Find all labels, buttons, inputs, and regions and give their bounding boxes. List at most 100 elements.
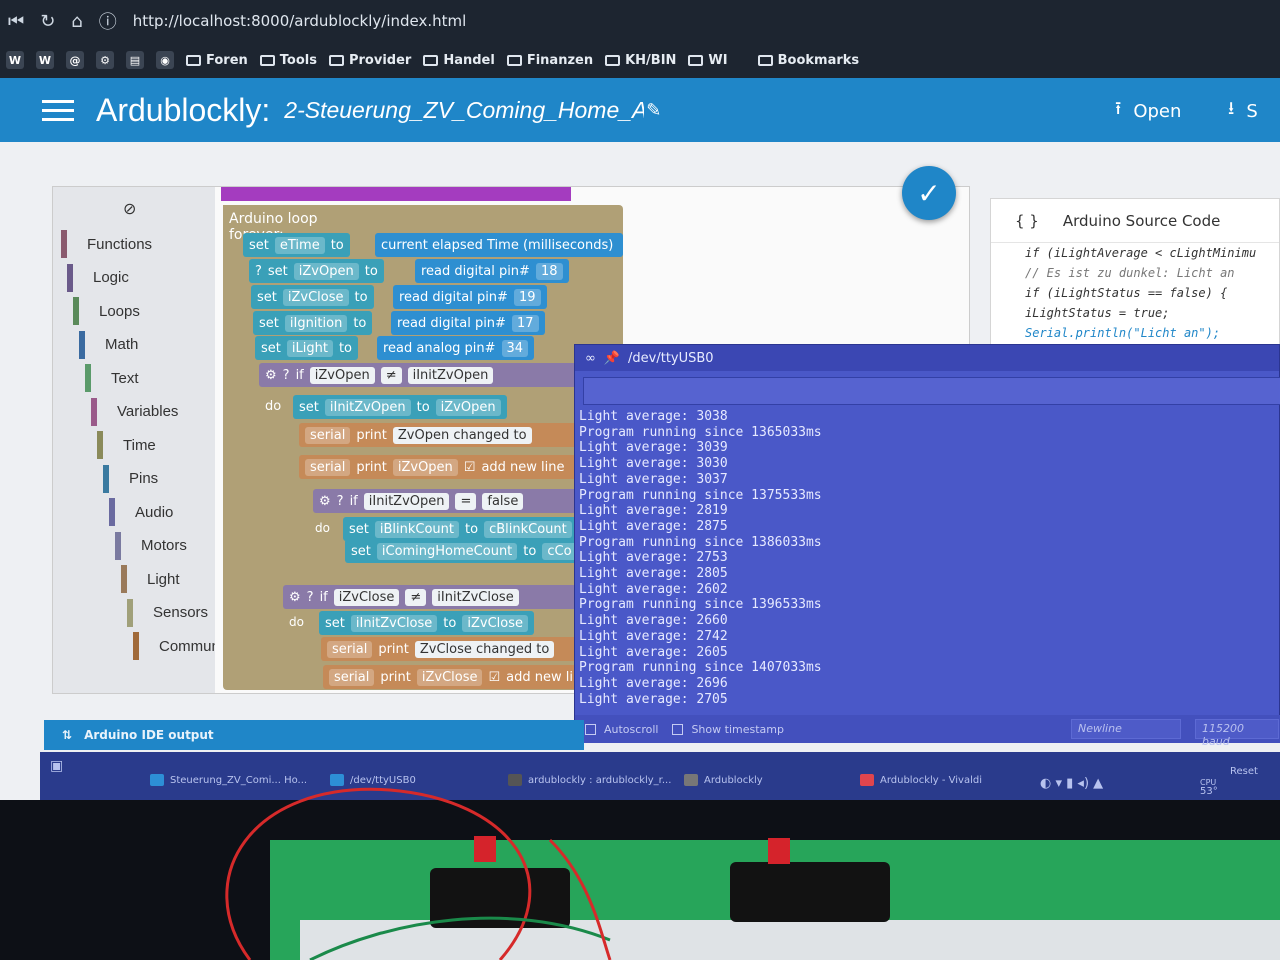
compare-dropdown[interactable]: ≠ xyxy=(380,366,402,384)
bookmark-handel[interactable]: Handel xyxy=(423,53,495,68)
help-icon[interactable]: ? xyxy=(255,264,262,279)
text-field[interactable]: ZvOpen changed to xyxy=(392,426,532,444)
var-dropdown[interactable]: iInitZvOpen xyxy=(363,492,450,510)
serial-print-block[interactable]: serial print ZvOpen changed to xyxy=(299,423,619,447)
reset-label[interactable]: Reset xyxy=(1230,766,1258,777)
bookmark-tools[interactable]: Tools xyxy=(259,53,317,68)
task-vivaldi[interactable]: Ardublockly - Vivaldi xyxy=(860,774,982,786)
line-ending-select[interactable]: Newline xyxy=(1071,719,1181,739)
help-icon[interactable]: ? xyxy=(283,368,290,383)
bookmark-provider[interactable]: Provider xyxy=(328,53,411,68)
bookmark-gear-icon[interactable]: ⚙ xyxy=(96,51,114,69)
if-zvclose-block[interactable]: ⚙ ? if iZvClose ≠ iInitZvClose xyxy=(283,585,619,609)
var-dropdown[interactable]: iZvClose xyxy=(416,668,483,686)
reload-icon[interactable]: ↻ xyxy=(40,11,55,32)
expand-arrows-icon[interactable]: ⇅ xyxy=(62,728,72,742)
serial-print-block[interactable]: serial print iZvOpen ☑ add new line xyxy=(299,455,619,479)
pin-dropdown[interactable]: 18 xyxy=(535,262,563,280)
bool-dropdown[interactable]: false xyxy=(482,492,524,510)
gear-icon[interactable]: ⚙ xyxy=(265,368,277,383)
toolbox-category[interactable]: Functions xyxy=(61,230,152,258)
var-dropdown[interactable]: iInitZvOpen xyxy=(407,366,494,384)
toolbox-category[interactable]: Motors xyxy=(115,531,187,560)
bookmark-finanzen[interactable]: Finanzen xyxy=(506,53,593,68)
var-dropdown[interactable]: iZvOpen xyxy=(293,262,359,280)
autoscroll-checkbox[interactable] xyxy=(585,723,596,735)
set-ilight-block[interactable]: set iLight to xyxy=(255,336,358,360)
open-button[interactable]: ⭱ Open xyxy=(1115,96,1181,126)
edit-pencil-icon[interactable]: ✎ xyxy=(646,100,661,121)
set-etime-block[interactable]: set eTime to xyxy=(243,233,350,257)
elapsed-time-block[interactable]: current elapsed Time (milliseconds) xyxy=(375,233,623,257)
bookmark-w-icon[interactable]: W xyxy=(6,51,24,69)
url-field[interactable]: http://localhost:8000/ardublockly/index.… xyxy=(133,12,467,30)
var-dropdown[interactable]: iInitZvClose xyxy=(350,614,438,632)
var-dropdown[interactable]: eTime xyxy=(274,236,325,254)
bookmark-khbin[interactable]: KH/BIN xyxy=(605,53,676,68)
set-iinitzvclose-block[interactable]: set iInitZvClose to iZvClose xyxy=(319,611,534,635)
toolbox-category[interactable]: Variables xyxy=(91,397,178,426)
toolbox-category[interactable]: Text xyxy=(85,364,139,392)
serial-dropdown[interactable]: serial xyxy=(327,640,373,658)
var-dropdown[interactable]: cCo xyxy=(542,542,577,560)
var-dropdown[interactable]: iLight xyxy=(286,339,333,357)
pin-icon[interactable]: 📌 xyxy=(604,351,620,366)
var-dropdown[interactable]: iZvClose xyxy=(333,588,400,606)
bookmark-wi[interactable]: WI xyxy=(688,53,728,68)
tray-icons[interactable]: ◐ ▾ ▮ ◂) ▲ xyxy=(1040,776,1103,791)
var-dropdown[interactable]: iComingHomeCount xyxy=(376,542,518,560)
serial-dropdown[interactable]: serial xyxy=(305,426,351,444)
pin-dropdown[interactable]: 17 xyxy=(511,314,539,332)
ide-output-bar[interactable]: ⇅ Arduino IDE output xyxy=(44,720,584,750)
baud-select[interactable]: 115200 baud xyxy=(1195,719,1279,748)
var-dropdown[interactable]: iInitZvClose xyxy=(432,588,519,606)
var-dropdown[interactable]: iIgnition xyxy=(284,314,348,332)
compare-dropdown[interactable]: ≠ xyxy=(405,588,427,606)
menu-icon[interactable] xyxy=(42,99,74,121)
read-digital-block[interactable]: read digital pin# 18 xyxy=(415,259,569,283)
bookmark-w2-icon[interactable]: W xyxy=(36,51,54,69)
timestamp-checkbox[interactable] xyxy=(672,723,684,735)
serial-title-bar[interactable]: ∞ 📌 /dev/ttyUSB0 xyxy=(575,345,1279,371)
checkbox-icon[interactable]: ☑ xyxy=(488,670,500,685)
verify-button[interactable]: ✓ xyxy=(902,166,956,220)
checkbox-icon[interactable]: ☑ xyxy=(464,460,476,475)
toolbox-category[interactable]: Light xyxy=(121,565,180,593)
bookmark-foren[interactable]: Foren xyxy=(186,53,248,68)
var-dropdown[interactable]: iZvOpen xyxy=(435,398,501,416)
toolbox-category[interactable]: Pins xyxy=(103,464,158,493)
read-analog-block[interactable]: read analog pin# 34 xyxy=(377,336,535,360)
gear-icon[interactable]: ⚙ xyxy=(319,494,331,509)
read-digital-block[interactable]: read digital pin# 17 xyxy=(391,311,545,335)
task-ardublockly[interactable]: Ardublockly xyxy=(684,774,763,786)
set-izvclose-block[interactable]: set iZvClose to xyxy=(251,285,374,309)
serial-dropdown[interactable]: serial xyxy=(305,458,351,476)
sketch-name-field[interactable]: 2-Steuerung_ZV_Coming_Home_Au xyxy=(284,97,644,124)
set-iignition-block[interactable]: set iIgnition to xyxy=(253,311,373,335)
serial-send-input[interactable] xyxy=(583,377,1280,405)
home-icon[interactable]: ⌂ xyxy=(71,11,82,32)
hide-eye-icon[interactable]: ⊘ xyxy=(123,199,136,218)
var-dropdown[interactable]: cBlinkCount xyxy=(484,520,572,538)
var-dropdown[interactable]: iZvOpen xyxy=(309,366,375,384)
bookmark-doc-icon[interactable]: ▤ xyxy=(126,51,144,69)
toolbox-category[interactable]: Audio xyxy=(109,498,173,526)
info-icon[interactable]: ⓘ xyxy=(99,8,117,34)
pin-dropdown[interactable]: 34 xyxy=(501,339,529,357)
toolbox-category[interactable]: Math xyxy=(79,330,138,359)
text-field[interactable]: ZvClose changed to xyxy=(414,640,555,658)
help-icon[interactable]: ? xyxy=(337,494,344,509)
if-zvopen-block[interactable]: ⚙ ? if iZvOpen ≠ iInitZvOpen xyxy=(259,363,619,387)
var-dropdown[interactable]: iInitZvOpen xyxy=(324,398,411,416)
var-dropdown[interactable]: iZvClose xyxy=(462,614,528,632)
help-icon[interactable]: ? xyxy=(307,590,314,605)
var-dropdown[interactable]: iZvClose xyxy=(282,288,349,306)
read-digital-block[interactable]: read digital pin# 19 xyxy=(393,285,547,309)
toolbox-category[interactable]: Sensors xyxy=(127,598,208,627)
save-button[interactable]: ⭳ S xyxy=(1228,96,1258,126)
var-dropdown[interactable]: iZvOpen xyxy=(392,458,458,476)
serial-dropdown[interactable]: serial xyxy=(329,668,375,686)
compare-dropdown[interactable]: = xyxy=(455,492,477,510)
pin-dropdown[interactable]: 19 xyxy=(513,288,541,306)
set-izvopen-block[interactable]: ? set iZvOpen to xyxy=(249,259,384,283)
